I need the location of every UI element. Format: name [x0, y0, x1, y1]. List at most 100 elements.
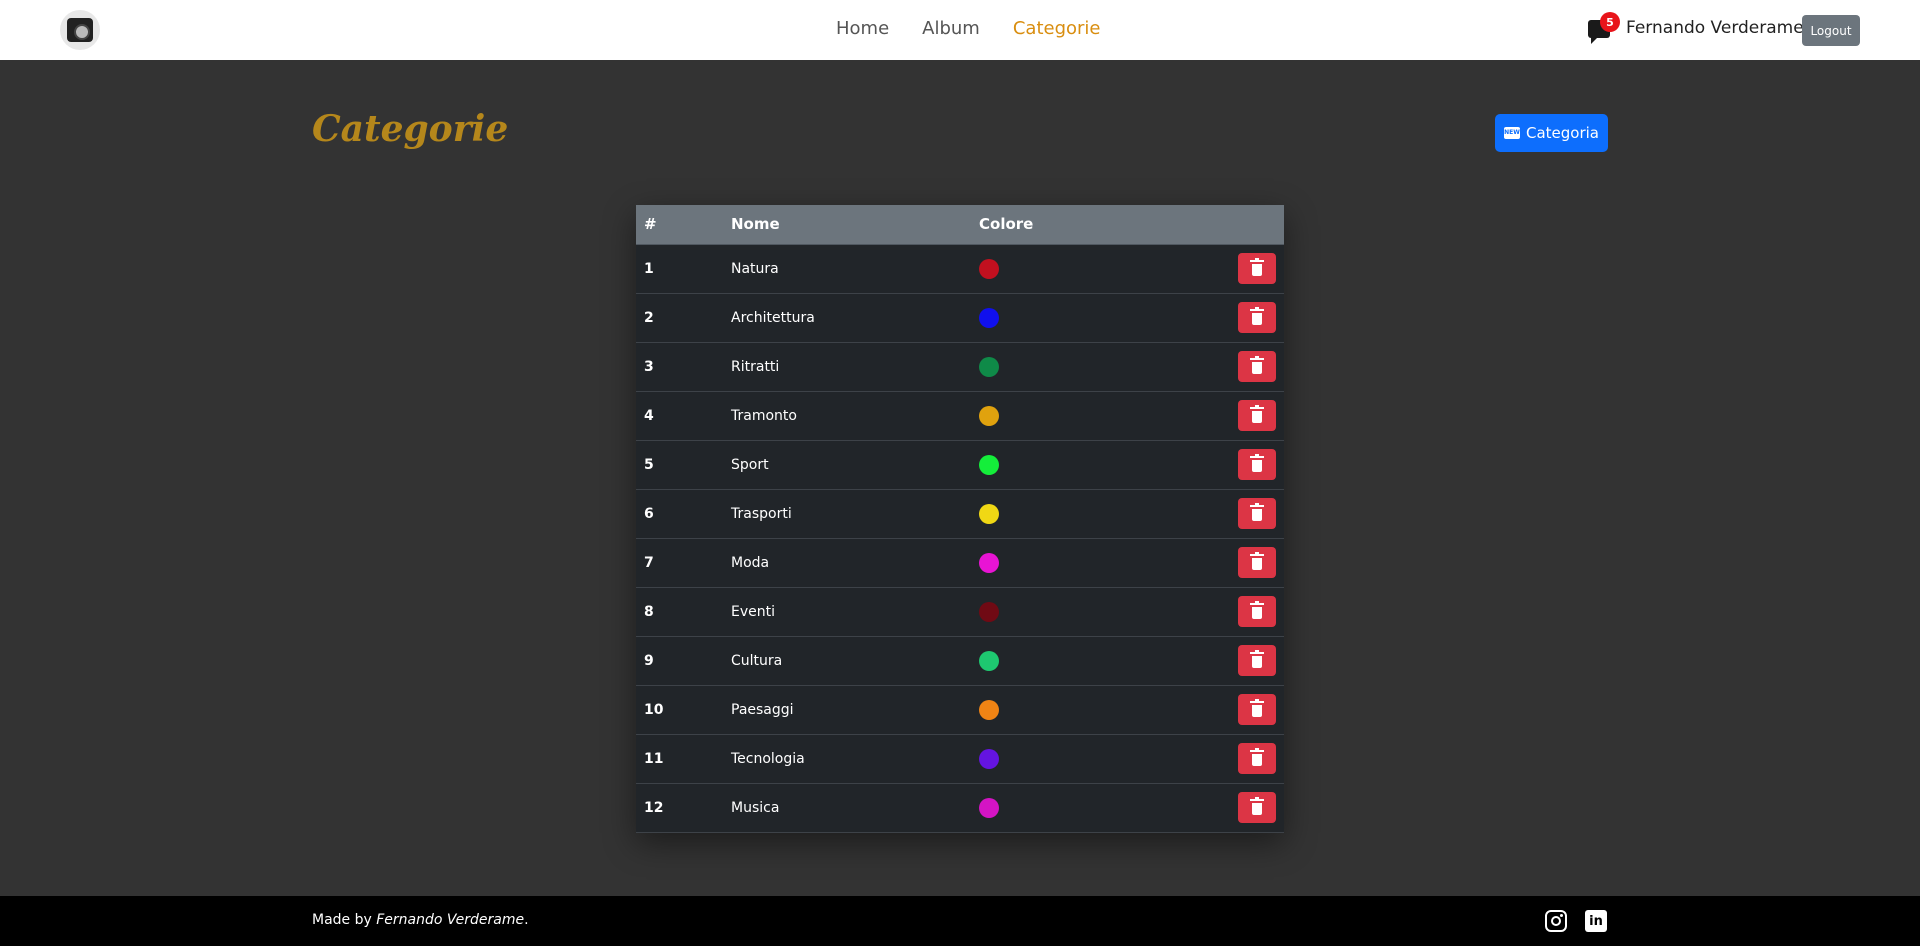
- delete-button[interactable]: [1238, 449, 1276, 480]
- trash-icon: [1250, 552, 1264, 570]
- row-name: Eventi: [731, 587, 979, 637]
- row-color: [979, 685, 1179, 735]
- row-name: Musica: [731, 783, 979, 833]
- row-name: Ritratti: [731, 342, 979, 392]
- camera-icon: [67, 18, 93, 42]
- row-color: [979, 342, 1179, 392]
- row-num: 11: [636, 734, 731, 784]
- notification-badge: 5: [1600, 12, 1620, 32]
- row-actions: [1179, 538, 1284, 588]
- delete-button[interactable]: [1238, 792, 1276, 823]
- table-row: 1 Natura: [636, 244, 1284, 294]
- trash-icon: [1250, 601, 1264, 619]
- trash-icon: [1250, 356, 1264, 374]
- footer-period: .: [524, 912, 529, 928]
- table-row: 8 Eventi: [636, 587, 1284, 637]
- footer-text: Made by Fernando Verderame.: [312, 912, 529, 928]
- row-name: Paesaggi: [731, 685, 979, 735]
- new-category-button[interactable]: NEW Categoria: [1495, 114, 1608, 152]
- color-dot: [979, 797, 999, 818]
- color-dot: [979, 356, 999, 377]
- delete-button[interactable]: [1238, 400, 1276, 431]
- row-num: 6: [636, 489, 731, 539]
- row-actions: [1179, 391, 1284, 441]
- row-num: 1: [636, 244, 731, 294]
- row-num: 5: [636, 440, 731, 490]
- notifications-button[interactable]: 5: [1588, 12, 1620, 44]
- row-num: 3: [636, 342, 731, 392]
- trash-icon: [1250, 405, 1264, 423]
- table-row: 7 Moda: [636, 538, 1284, 588]
- table-row: 11 Tecnologia: [636, 734, 1284, 784]
- trash-icon: [1250, 307, 1264, 325]
- delete-button[interactable]: [1238, 596, 1276, 627]
- color-dot: [979, 503, 999, 524]
- delete-button[interactable]: [1238, 498, 1276, 529]
- row-color: [979, 734, 1179, 784]
- row-name: Architettura: [731, 293, 979, 343]
- row-actions: [1179, 489, 1284, 539]
- linkedin-icon[interactable]: in: [1585, 910, 1607, 932]
- delete-button[interactable]: [1238, 351, 1276, 382]
- instagram-icon[interactable]: [1545, 910, 1567, 932]
- delete-button[interactable]: [1238, 645, 1276, 676]
- row-color: [979, 391, 1179, 441]
- logout-button[interactable]: Logout: [1802, 15, 1860, 46]
- row-num: 12: [636, 783, 731, 833]
- trash-icon: [1250, 797, 1264, 815]
- navbar: Home Album Categorie 5 Fernando Verderam…: [0, 0, 1920, 60]
- trash-icon: [1250, 650, 1264, 668]
- row-num: 8: [636, 587, 731, 637]
- row-color: [979, 244, 1179, 294]
- delete-button[interactable]: [1238, 694, 1276, 725]
- delete-button[interactable]: [1238, 253, 1276, 284]
- table-row: 9 Cultura: [636, 636, 1284, 686]
- logo[interactable]: [60, 10, 100, 50]
- row-actions: [1179, 293, 1284, 343]
- delete-button[interactable]: [1238, 547, 1276, 578]
- row-actions: [1179, 636, 1284, 686]
- nav-album[interactable]: Album: [922, 18, 980, 39]
- row-num: 9: [636, 636, 731, 686]
- row-name: Tramonto: [731, 391, 979, 441]
- table-body: 1 Natura 2 Architettura 3 Ritratti 4 Tramonto 5 S…: [636, 244, 1284, 833]
- footer: Made by Fernando Verderame. in: [0, 896, 1920, 946]
- row-num: 4: [636, 391, 731, 441]
- row-color: [979, 538, 1179, 588]
- new-category-label: Categoria: [1525, 124, 1599, 142]
- trash-icon: [1250, 258, 1264, 276]
- table-row: 3 Ritratti: [636, 342, 1284, 392]
- table-row: 2 Architettura: [636, 293, 1284, 343]
- footer-made-by: Made by: [312, 912, 372, 928]
- row-actions: [1179, 734, 1284, 784]
- row-name: Natura: [731, 244, 979, 294]
- row-num: 7: [636, 538, 731, 588]
- row-actions: [1179, 685, 1284, 735]
- row-color: [979, 489, 1179, 539]
- color-dot: [979, 258, 999, 279]
- color-dot: [979, 650, 999, 671]
- trash-icon: [1250, 699, 1264, 717]
- row-color: [979, 440, 1179, 490]
- row-name: Trasporti: [731, 489, 979, 539]
- user-name: Fernando Verderame: [1626, 18, 1804, 38]
- delete-button[interactable]: [1238, 743, 1276, 774]
- color-dot: [979, 552, 999, 573]
- row-color: [979, 636, 1179, 686]
- table-row: 4 Tramonto: [636, 391, 1284, 441]
- trash-icon: [1250, 503, 1264, 521]
- row-name: Sport: [731, 440, 979, 490]
- row-color: [979, 783, 1179, 833]
- header-name: Nome: [731, 205, 979, 245]
- color-dot: [979, 601, 999, 622]
- nav-home[interactable]: Home: [836, 18, 889, 39]
- delete-button[interactable]: [1238, 302, 1276, 333]
- table-row: 6 Trasporti: [636, 489, 1284, 539]
- row-actions: [1179, 587, 1284, 637]
- new-icon: NEW: [1503, 127, 1520, 139]
- row-actions: [1179, 783, 1284, 833]
- color-dot: [979, 748, 999, 769]
- row-name: Moda: [731, 538, 979, 588]
- nav-categorie[interactable]: Categorie: [1013, 18, 1101, 39]
- row-name: Cultura: [731, 636, 979, 686]
